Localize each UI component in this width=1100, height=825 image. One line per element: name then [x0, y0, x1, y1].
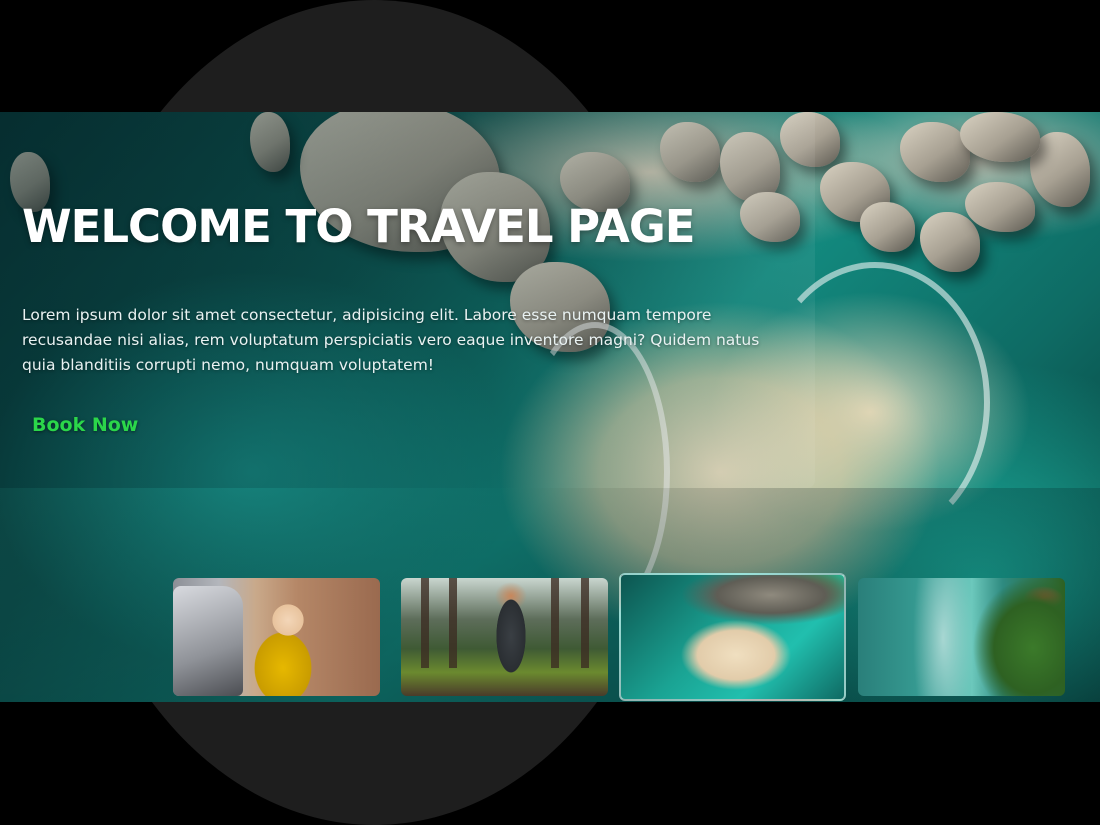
tree-trunk [581, 578, 589, 668]
tree-trunk [449, 578, 457, 668]
hero-description: Lorem ipsum dolor sit amet consectetur, … [22, 306, 760, 374]
tree-trunk [421, 578, 429, 668]
rock-shape [965, 182, 1035, 232]
rock-shape [960, 112, 1040, 162]
tree-trunk [551, 578, 559, 668]
rock-shape [920, 212, 980, 272]
thumbnail-aerial-beach[interactable] [619, 573, 846, 701]
page-title: WELCOME TO TRAVEL PAGE [22, 200, 696, 253]
book-now-button[interactable]: Book Now [32, 414, 138, 436]
thumbnail-hiker-forest[interactable] [401, 578, 608, 696]
thumbnail-aerial-coast[interactable] [858, 578, 1065, 696]
thumbnail-strip [173, 573, 1065, 701]
thumbnail-vehicle-forest[interactable] [173, 578, 380, 696]
rock-shape [860, 202, 915, 252]
vehicle-shape [173, 586, 243, 696]
